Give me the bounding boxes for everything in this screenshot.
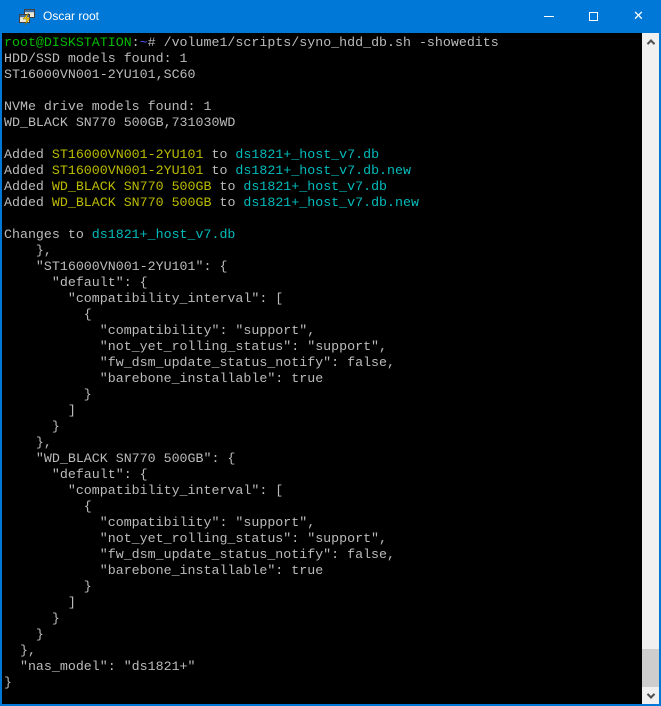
terminal-line: }	[4, 387, 642, 403]
terminal-line: {	[4, 307, 642, 323]
terminal-line: "ST16000VN001-2YU101": {	[4, 259, 642, 275]
terminal-line: ST16000VN001-2YU101,SC60	[4, 67, 642, 83]
scrollbar-thumb[interactable]	[642, 649, 659, 687]
terminal-line	[4, 83, 642, 99]
terminal-line: WD_BLACK SN770 500GB,731030WD	[4, 115, 642, 131]
terminal-line: "not_yet_rolling_status": "support",	[4, 531, 642, 547]
scroll-up-button[interactable]	[642, 33, 659, 50]
terminal-line: "default": {	[4, 467, 642, 483]
terminal-line: root@DISKSTATION:~# /volume1/scripts/syn…	[4, 35, 642, 51]
terminal-line: }	[4, 579, 642, 595]
terminal-line: "compatibility_interval": [	[4, 291, 642, 307]
terminal-line: "barebone_installable": true	[4, 371, 642, 387]
terminal-output: root@DISKSTATION:~# /volume1/scripts/syn…	[4, 35, 642, 691]
scroll-down-button[interactable]	[642, 687, 659, 704]
window-title: Oscar root	[43, 0, 99, 33]
terminal-line: },	[4, 435, 642, 451]
terminal-line: }	[4, 627, 642, 643]
terminal[interactable]: root@DISKSTATION:~# /volume1/scripts/syn…	[2, 33, 642, 704]
close-icon: ✕	[633, 10, 644, 23]
title-bar[interactable]: Oscar root ✕	[0, 0, 661, 33]
putty-terminal-icon[interactable]	[19, 9, 35, 25]
terminal-line: Added ST16000VN001-2YU101 to ds1821+_hos…	[4, 163, 642, 179]
terminal-line: "compatibility": "support",	[4, 515, 642, 531]
window-controls: ✕	[526, 0, 661, 33]
putty-window: Oscar root ✕ root@DISKSTATION:~# /volume…	[0, 0, 661, 706]
terminal-line: }	[4, 675, 642, 691]
chevron-up-icon	[646, 39, 654, 47]
terminal-line: },	[4, 243, 642, 259]
terminal-line: Added WD_BLACK SN770 500GB to ds1821+_ho…	[4, 179, 642, 195]
terminal-line: "barebone_installable": true	[4, 563, 642, 579]
maximize-button[interactable]	[571, 0, 616, 33]
terminal-line: {	[4, 499, 642, 515]
terminal-line: HDD/SSD models found: 1	[4, 51, 642, 67]
terminal-line: "not_yet_rolling_status": "support",	[4, 339, 642, 355]
terminal-line: "nas_model": "ds1821+"	[4, 659, 642, 675]
chevron-down-icon	[646, 690, 654, 698]
terminal-line	[4, 211, 642, 227]
terminal-line: "compatibility_interval": [	[4, 483, 642, 499]
minimize-button[interactable]	[526, 0, 571, 33]
terminal-line: }	[4, 611, 642, 627]
terminal-line: "fw_dsm_update_status_notify": false,	[4, 355, 642, 371]
terminal-line: "compatibility": "support",	[4, 323, 642, 339]
terminal-line	[4, 131, 642, 147]
terminal-line: Added ST16000VN001-2YU101 to ds1821+_hos…	[4, 147, 642, 163]
minimize-icon	[544, 16, 554, 17]
terminal-line: Changes to ds1821+_host_v7.db	[4, 227, 642, 243]
terminal-line: ]	[4, 403, 642, 419]
terminal-line: }	[4, 419, 642, 435]
scrollbar-track[interactable]	[642, 50, 659, 687]
terminal-line: "default": {	[4, 275, 642, 291]
terminal-line: },	[4, 643, 642, 659]
terminal-line: ]	[4, 595, 642, 611]
maximize-icon	[589, 12, 598, 21]
scrollbar[interactable]	[642, 33, 659, 704]
terminal-line: "WD_BLACK SN770 500GB": {	[4, 451, 642, 467]
close-button[interactable]: ✕	[616, 0, 661, 33]
terminal-line: Added WD_BLACK SN770 500GB to ds1821+_ho…	[4, 195, 642, 211]
terminal-line: NVMe drive models found: 1	[4, 99, 642, 115]
terminal-line: "fw_dsm_update_status_notify": false,	[4, 547, 642, 563]
